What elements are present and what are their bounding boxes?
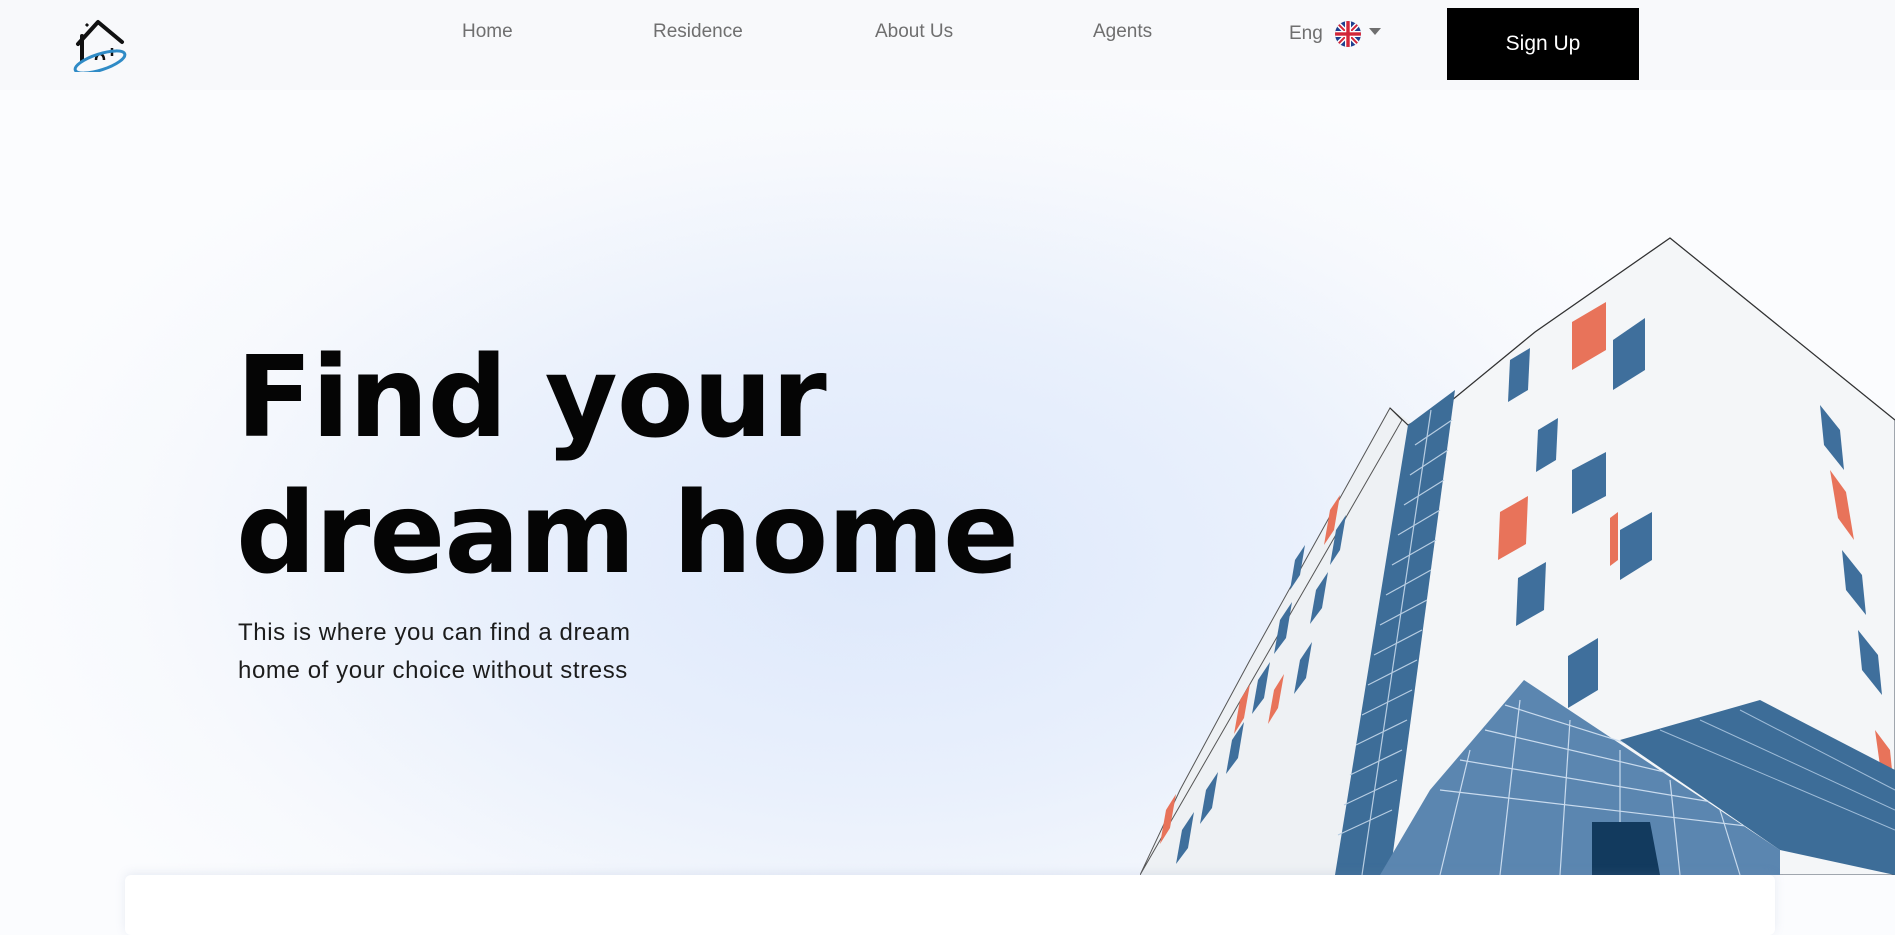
uk-flag-icon: [1334, 21, 1361, 47]
nav-agents-link[interactable]: Agents: [1093, 21, 1152, 43]
nav-home-link[interactable]: Home: [462, 21, 513, 43]
language-label: Eng: [1289, 23, 1323, 44]
building-image: [1140, 237, 1895, 875]
hero-title: Find your dream home: [236, 330, 1019, 602]
house-logo-icon[interactable]: [72, 16, 130, 72]
nav-residence-link[interactable]: Residence: [653, 21, 743, 43]
language-selector[interactable]: Eng: [1289, 21, 1381, 47]
navbar: Home Residence About Us Agents Eng Sign …: [0, 0, 1895, 90]
hero-subtitle: This is where you can find a dream home …: [238, 619, 631, 684]
chevron-down-icon: [1368, 27, 1381, 35]
hero-title-line-2: dream home: [236, 469, 1019, 599]
sign-up-button[interactable]: Sign Up: [1447, 8, 1639, 80]
hero-title-line-1: Find your: [236, 333, 827, 463]
search-card: [125, 875, 1775, 935]
nav-about-us-link[interactable]: About Us: [875, 21, 953, 43]
